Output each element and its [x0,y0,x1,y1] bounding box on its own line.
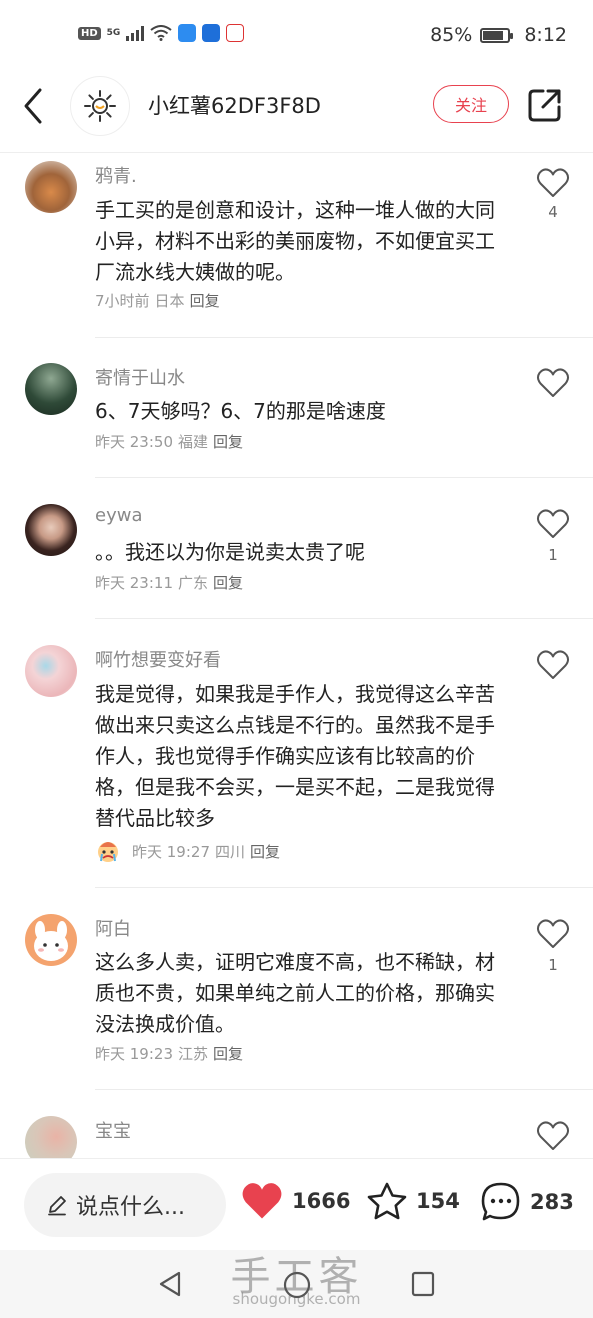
author-avatar[interactable] [70,76,130,136]
sun-icon [84,90,116,122]
follow-button[interactable]: 关注 [433,85,509,123]
status-bar: HD 5G 85% 8:12 [0,0,593,72]
signal-icon [126,25,145,41]
bunny-avatar-icon [34,921,68,961]
bulb-app-icon [202,24,221,42]
back-button[interactable] [18,86,52,126]
watermark-url: shougongke.com [232,1290,361,1308]
commenter-avatar[interactable] [25,363,77,415]
comment-time: 昨天 19:27 [132,842,210,861]
heart-outline-icon[interactable] [536,1120,570,1152]
comment-location: 日本 [154,292,185,310]
comment-meta: 昨天 23:50 福建 回复 [95,431,243,452]
comment-meta: 昨天 23:11 广东 回复 [95,572,243,593]
comment-location: 福建 [178,433,209,451]
collect-count: 154 [416,1189,460,1213]
divider [95,887,593,888]
reply-button[interactable]: 回复 [213,572,243,593]
chevron-left-icon [24,88,42,124]
comment-input-placeholder: 说点什么... [76,1195,185,1220]
like-button[interactable]: 1666 [240,1181,350,1221]
reply-button[interactable]: 回复 [250,841,280,862]
divider [95,477,593,478]
comment-location: 四川 [215,842,246,861]
comment-text: 。。我还以为你是说卖太贵了呢 [95,540,365,564]
collect-button[interactable]: 154 [366,1181,460,1221]
comment-meta: 昨天 19:23 江苏 回复 [95,1043,243,1064]
commenter-name[interactable]: 宝宝 [95,1117,131,1143]
commenter-name[interactable]: 鸦青. [95,162,137,188]
comment-text: 我是觉得，如果我是手作人，我觉得这么辛苦做出来只卖这么点钱是不行的。虽然我不是手… [95,682,495,830]
chat-bubble-icon [481,1182,520,1221]
commenter-avatar[interactable] [25,914,77,966]
comment-text: 这么多人卖，证明它难度不高，也不稀缺，材质也不贵，如果单纯之前人工的价格，那确实… [95,950,495,1036]
share-icon [528,89,561,122]
battery-percent: 85% [430,24,473,46]
comment-time: 昨天 19:23 [95,1045,173,1063]
commenter-name[interactable]: 阿白 [95,915,131,941]
commenter-avatar[interactable] [25,1116,77,1158]
comment-count: 283 [530,1190,574,1214]
commenter-name[interactable]: 寄情于山水 [95,364,185,390]
comment-text: 手工买的是创意和设计，这种一堆人做的大同小异，材料不出彩的美丽废物，不如便宜买工… [95,198,495,284]
comment-meta: 7小时前 日本 回复 [95,290,220,311]
commenter-name[interactable]: 啊竹想要变好看 [95,646,221,672]
battery-icon [480,27,514,43]
status-icons-right: 85% 8:12 [430,24,567,46]
wifi-icon [150,25,172,41]
star-icon [367,1182,407,1220]
share-button[interactable] [526,86,564,124]
heart-outline-icon[interactable] [536,918,570,950]
commenter-avatar[interactable] [25,504,77,556]
comment-like-count: 4 [548,203,558,221]
reply-button[interactable]: 回复 [213,1043,243,1064]
sf-app-icon [226,24,245,42]
battery-fill [483,30,504,40]
network-type: 5G [106,28,121,38]
commenter-avatar[interactable] [25,645,77,697]
comment-like-count: 1 [548,956,558,974]
bottom-action-bar: 说点什么... 1666 154 283 [0,1158,593,1251]
crying-emoji-icon [98,842,118,862]
note-header: 小红薯62DF3F8D 关注 [0,72,593,153]
pencil-icon [48,1196,66,1216]
comment-like-count: 1 [548,546,558,564]
system-nav-bar: 手工客 shougongke.com [0,1250,593,1318]
commenter-avatar[interactable] [25,161,77,213]
comment-location: 江苏 [178,1045,209,1063]
comment-button[interactable]: 283 [480,1181,574,1223]
reply-button[interactable]: 回复 [190,290,220,311]
comment-text: 6、7天够吗？6、7的那是啥速度 [95,399,386,423]
status-icons-left: HD 5G [78,24,245,42]
comment-list[interactable]: 鸦青. 手工买的是创意和设计，这种一堆人做的大同小异，材料不出彩的美丽废物，不如… [0,153,593,1158]
comment-location: 广东 [178,574,209,592]
heart-outline-icon[interactable] [536,649,570,681]
author-name[interactable]: 小红薯62DF3F8D [148,90,321,120]
heart-filled-icon [242,1183,282,1219]
comment-time: 昨天 23:50 [95,433,173,451]
hd-badge: HD [78,26,101,40]
heart-outline-icon[interactable] [536,367,570,399]
heart-outline-icon[interactable] [536,508,570,540]
divider [95,337,593,338]
comment-input[interactable]: 说点什么... [24,1173,226,1237]
search-app-icon [178,24,197,42]
divider [95,1089,593,1090]
heart-outline-icon[interactable] [536,167,570,199]
comment-time: 7小时前 [95,292,150,310]
commenter-name[interactable]: eywa [95,505,142,526]
reply-button[interactable]: 回复 [213,431,243,452]
comment-meta: 昨天 19:27 四川 回复 [95,838,280,864]
like-count: 1666 [292,1189,351,1213]
divider [95,618,593,619]
comment-time: 昨天 23:11 [95,574,173,592]
clock: 8:12 [524,24,567,46]
